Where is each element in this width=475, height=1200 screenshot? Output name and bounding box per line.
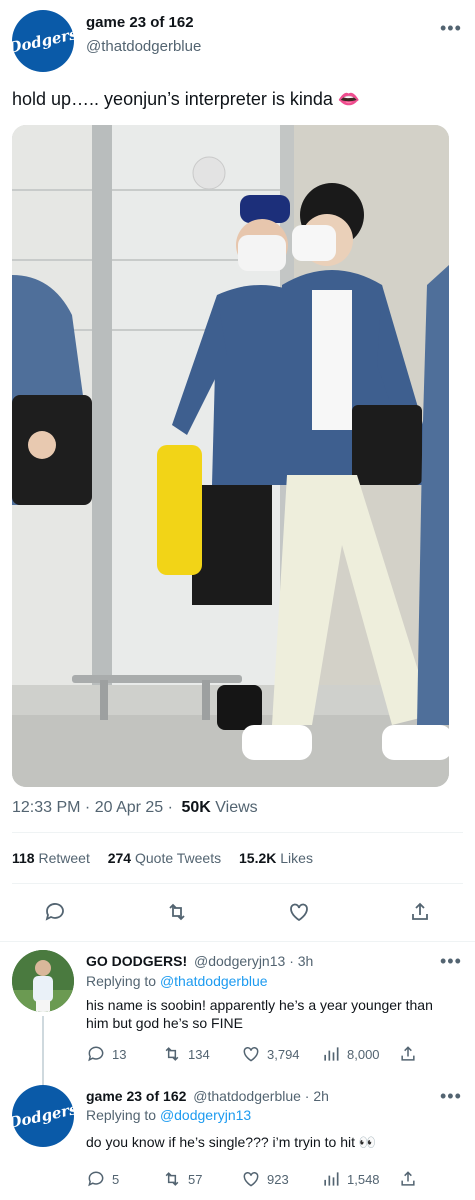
avatar-photo [12, 950, 74, 1012]
retweets-label: Retweet [38, 850, 90, 866]
reply-count-button[interactable]: 5 [86, 1169, 119, 1189]
divider [12, 832, 463, 833]
reply-time[interactable]: · 3h [289, 953, 313, 969]
replying-label: Replying to [86, 973, 157, 989]
like-count-button[interactable]: 923 [241, 1169, 289, 1189]
share-icon [401, 1171, 415, 1186]
heart-icon [243, 1171, 259, 1187]
speech-bubble-icon [88, 1171, 104, 1187]
heart-icon [243, 1046, 259, 1062]
retweet-count-button[interactable]: 57 [162, 1169, 202, 1189]
retweet-count: 134 [188, 1046, 210, 1062]
likes-stat[interactable]: 15.2K Likes [239, 850, 313, 866]
divider [0, 941, 475, 942]
retweet-count-button[interactable]: 134 [162, 1044, 210, 1064]
retweet-count: 57 [188, 1171, 203, 1187]
like-count: 923 [267, 1171, 289, 1187]
tweet-meta: 12:33 PM · 20 Apr 25 · 50K Views [12, 799, 258, 817]
bar-chart-icon [324, 1047, 339, 1061]
reply-handle[interactable]: @dodgeryjn13 [194, 953, 285, 969]
views-label: Views [215, 799, 258, 816]
quotes-stat[interactable]: 274 Quote Tweets [108, 850, 225, 866]
reply-time[interactable]: · 2h [305, 1088, 329, 1104]
more-dots-icon[interactable]: ••• [440, 1086, 462, 1107]
bar-chart-icon [324, 1172, 339, 1186]
replying-to: Replying to @dodgeryjn13 [86, 1107, 251, 1123]
tweet-text: hold up….. yeonjun’s interpreter is kind… [12, 89, 361, 109]
share-button[interactable] [398, 1044, 418, 1064]
tweet-photo[interactable] [12, 125, 449, 787]
reply-text: his name is soobin! apparently he’s a ye… [86, 997, 433, 1031]
share-icon [401, 1046, 415, 1061]
author-avatar[interactable]: Dodgers [7, 10, 79, 72]
author-display-name[interactable]: game 23 of 162 [86, 14, 194, 31]
quotes-label: Quote Tweets [134, 850, 222, 866]
likes-count: 15.2K [239, 850, 277, 866]
reply-count: 13 [112, 1046, 127, 1062]
retweets-count: 118 [12, 850, 35, 866]
replying-to: Replying to @thatdodgerblue [86, 973, 268, 989]
reply-count-button[interactable]: 13 [86, 1044, 126, 1064]
like-count: 3,794 [267, 1046, 300, 1062]
like-button[interactable] [287, 900, 311, 929]
reply-text: do you know if he’s single??? i’m tryin … [86, 1134, 377, 1150]
thread-line [42, 1016, 44, 1086]
views-count: 50K [181, 799, 211, 816]
speech-bubble-icon [45, 903, 64, 921]
share-button[interactable] [408, 900, 432, 929]
retweet-icon [165, 1172, 179, 1186]
likes-label: Likes [280, 850, 313, 866]
like-count-button[interactable]: 3,794 [241, 1044, 300, 1064]
more-dots-icon[interactable]: ••• [440, 18, 462, 39]
speech-bubble-icon [88, 1046, 104, 1062]
share-icon [412, 902, 428, 920]
reply-button[interactable] [43, 900, 67, 929]
reply-count: 5 [112, 1171, 120, 1187]
replying-to-link[interactable]: @dodgeryjn13 [160, 1107, 251, 1123]
more-dots-icon[interactable]: ••• [440, 951, 462, 972]
tweet-timestamp[interactable]: 12:33 PM · 20 Apr 25 · [12, 799, 173, 816]
author-handle[interactable]: @thatdodgerblue [86, 38, 201, 55]
retweets-stat[interactable]: 118 Retweet [12, 850, 94, 866]
views-count: 8,000 [347, 1046, 380, 1062]
reply-display-name[interactable]: GO DODGERS! [86, 953, 187, 969]
retweet-icon [169, 903, 185, 921]
airport-photo-illustration [12, 125, 449, 787]
reply-header: GO DODGERS! @dodgeryjn13 · 3h [86, 953, 313, 969]
reply-avatar[interactable] [12, 950, 74, 1012]
reply-handle[interactable]: @thatdodgerblue [193, 1088, 301, 1104]
quotes-count: 274 [107, 850, 132, 866]
replying-to-link[interactable]: @thatdodgerblue [160, 973, 268, 989]
replying-label: Replying to [86, 1107, 157, 1123]
retweet-button[interactable] [165, 900, 189, 929]
views-count-button[interactable]: 8,000 [321, 1044, 380, 1064]
dodgers-logo-text: Dodgers [6, 1099, 80, 1133]
reply-display-name[interactable]: game 23 of 162 [86, 1088, 186, 1104]
share-button[interactable] [398, 1169, 418, 1189]
heart-icon [290, 903, 308, 922]
dodgers-logo-text: Dodgers [6, 24, 80, 58]
reply-avatar[interactable]: Dodgers [7, 1085, 79, 1147]
views-count: 1,548 [347, 1171, 380, 1187]
views-count-button[interactable]: 1,548 [321, 1169, 380, 1189]
divider [12, 883, 463, 884]
retweet-icon [165, 1047, 179, 1061]
reply-header: game 23 of 162 @thatdodgerblue · 2h [86, 1088, 329, 1104]
tweet-stats: 118 Retweet 274 Quote Tweets 15.2K Likes [12, 850, 313, 866]
